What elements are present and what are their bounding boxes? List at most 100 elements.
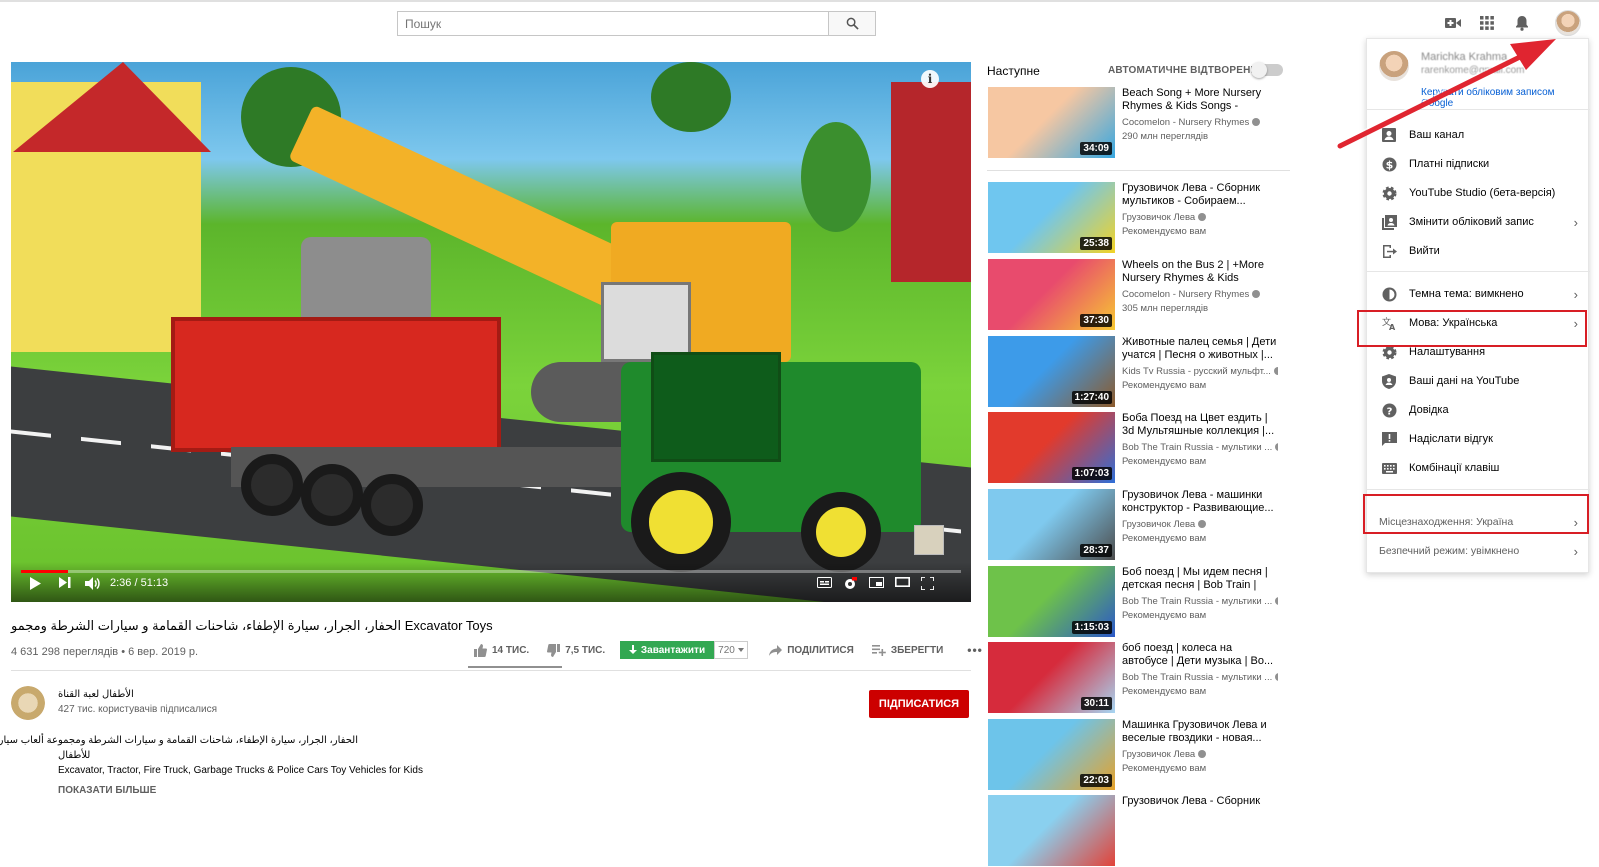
- video-thumbnail[interactable]: 30:11: [988, 642, 1115, 713]
- channel-name[interactable]: الأطفال لعبة القناة: [58, 689, 134, 700]
- recommendation-title[interactable]: боб поезд | колеса на автобусе | Дети му…: [1122, 642, 1278, 668]
- menu-item-dark-theme[interactable]: Темна тема: вимкнено ›: [1367, 280, 1590, 308]
- recommendation-title[interactable]: Грузовичок Лева - машинки конструктор - …: [1122, 489, 1278, 515]
- fullscreen-button[interactable]: [921, 577, 934, 590]
- duration-badge: 37:30: [1080, 314, 1112, 327]
- info-icon[interactable]: i: [921, 70, 939, 88]
- search-box[interactable]: [397, 11, 828, 36]
- manage-account-link[interactable]: Керувати обліковим записом Google: [1421, 87, 1588, 109]
- recommendation-channel[interactable]: Bob The Train Russia - мультики ...: [1122, 672, 1278, 683]
- recommendation-title[interactable]: Животные палец семья | Дети учатся | Пес…: [1122, 336, 1278, 362]
- recommendation-channel[interactable]: Грузовичок Лева: [1122, 749, 1278, 760]
- video-thumbnail[interactable]: 1:27:40: [988, 336, 1115, 407]
- recommendation-channel[interactable]: Bob The Train Russia - мультики ...: [1122, 596, 1278, 607]
- recommendation-meta: Рекомендуємо вам: [1122, 686, 1207, 697]
- account-avatar-button[interactable]: [1555, 10, 1581, 36]
- menu-item-send-feedback[interactable]: Надіслати відгук: [1367, 425, 1590, 453]
- menu-item-youtube-studio[interactable]: YouTube Studio (бета-версія): [1367, 179, 1590, 207]
- menu-item-label: Надіслати відгук: [1409, 433, 1493, 445]
- switch-account-icon: [1381, 214, 1397, 230]
- feedback-icon: [1381, 431, 1397, 447]
- search-button[interactable]: [828, 11, 876, 36]
- recommendation-meta: 290 млн переглядів: [1122, 131, 1209, 142]
- description-line: للأطفال: [58, 750, 91, 761]
- share-label: ПОДІЛИТИСЯ: [787, 644, 854, 656]
- download-button[interactable]: Завантажити: [620, 641, 714, 659]
- recommendation-item[interactable]: 34:09 Beach Song + More Nursery Rhymes & …: [988, 87, 1288, 159]
- theater-mode-button[interactable]: [895, 577, 910, 587]
- recommendation-item[interactable]: 25:38 Грузовичок Лева - Сборник мультиков…: [988, 182, 1288, 254]
- share-button[interactable]: ПОДІЛИТИСЯ: [769, 644, 854, 656]
- recommendation-item[interactable]: 1:07:03 Боба Поезд на Цвет ездить | 3d Му…: [988, 412, 1288, 484]
- more-actions-button[interactable]: •••: [967, 643, 983, 657]
- endscreen-thumbnail[interactable]: [914, 525, 944, 555]
- recommendation-channel[interactable]: Bob The Train Russia - мультики ...: [1122, 442, 1278, 453]
- video-thumbnail[interactable]: 1:15:03: [988, 566, 1115, 637]
- menu-item-restricted-mode[interactable]: Безпечний режим: увімкнено ›: [1367, 537, 1590, 565]
- miniplayer-button[interactable]: [869, 577, 884, 588]
- recommendation-channel[interactable]: Kids Tv Russia - русский мульфт...: [1122, 366, 1278, 377]
- recommendation-item[interactable]: 28:37 Грузовичок Лева - машинки конструкт…: [988, 489, 1288, 561]
- search-input[interactable]: [398, 12, 828, 35]
- next-button[interactable]: [59, 577, 71, 588]
- menu-item-sign-out[interactable]: Вийти: [1367, 237, 1590, 265]
- up-next-heading: Наступне: [987, 64, 1040, 78]
- menu-item-your-data[interactable]: Ваші дані на YouTube: [1367, 367, 1590, 395]
- recommendation-item[interactable]: 1:27:40 Животные палец семья | Дети учатс…: [988, 336, 1288, 408]
- recommendation-channel[interactable]: Грузовичок Лева: [1122, 212, 1278, 223]
- recommendation-item[interactable]: Грузовичок Лева - Сборник: [988, 795, 1288, 867]
- recommendation-title[interactable]: Боб поезд | Мы идем песня | детская песн…: [1122, 566, 1278, 592]
- subscribe-button[interactable]: ПІДПИСАТИСЯ: [869, 690, 969, 718]
- progress-bar[interactable]: [21, 570, 961, 573]
- recommendation-title[interactable]: Машинка Грузовичок Лева и веселые гвозди…: [1122, 719, 1278, 745]
- language-highlight-box: [1357, 310, 1587, 347]
- video-thumbnail[interactable]: 37:30: [988, 259, 1115, 330]
- quality-select[interactable]: 720: [714, 641, 748, 659]
- menu-item-keyboard-shortcuts[interactable]: Комбінації клавіш: [1367, 454, 1590, 482]
- autoplay-toggle[interactable]: [1251, 62, 1283, 78]
- recommendation-title[interactable]: Боба Поезд на Цвет ездить | 3d Мультяшны…: [1122, 412, 1278, 438]
- video-thumbnail[interactable]: 1:07:03: [988, 412, 1115, 483]
- recommendation-item[interactable]: 37:30 Wheels on the Bus 2 | +More Nursery…: [988, 259, 1288, 331]
- menu-item-paid-memberships[interactable]: $ Платні підписки: [1367, 150, 1590, 178]
- play-button[interactable]: [29, 577, 41, 590]
- video-thumbnail[interactable]: 22:03: [988, 719, 1115, 790]
- divider: [1367, 489, 1590, 490]
- video-thumbnail[interactable]: [988, 795, 1115, 866]
- subscriber-count: 427 тис. користувачів підписалися: [58, 704, 218, 715]
- verified-check-icon: [1252, 118, 1261, 127]
- video-thumbnail[interactable]: 25:38: [988, 182, 1115, 253]
- dislike-button[interactable]: 7,5 ТИС.: [547, 643, 605, 657]
- recommendation-channel[interactable]: Cocomelon - Nursery Rhymes: [1122, 117, 1278, 128]
- dollar-icon: $: [1381, 156, 1397, 172]
- svg-text:?: ?: [1386, 406, 1392, 417]
- menu-item-help[interactable]: ? Довідка: [1367, 396, 1590, 424]
- menu-item-your-channel[interactable]: Ваш канал: [1367, 121, 1590, 149]
- notifications-bell-icon[interactable]: [1513, 14, 1531, 32]
- video-thumbnail[interactable]: 34:09: [988, 87, 1115, 158]
- recommendation-title[interactable]: Грузовичок Лева - Сборник мультиков - Со…: [1122, 182, 1278, 208]
- recommendation-title[interactable]: Beach Song + More Nursery Rhymes & Kids …: [1122, 87, 1278, 113]
- save-button[interactable]: ЗБЕРЕГТИ: [871, 644, 943, 656]
- recommendation-item[interactable]: 1:15:03 Боб поезд | Мы идем песня | детск…: [988, 566, 1288, 638]
- video-player[interactable]: i 2:36 / 51:13: [11, 62, 971, 602]
- like-button[interactable]: 14 ТИС.: [474, 643, 529, 657]
- recommendation-title[interactable]: Грузовичок Лева - Сборник: [1122, 795, 1278, 808]
- recommendation-title[interactable]: Wheels on the Bus 2 | +More Nursery Rhym…: [1122, 259, 1278, 285]
- channel-avatar[interactable]: [11, 686, 45, 720]
- apps-grid-icon[interactable]: [1478, 14, 1496, 32]
- subtitles-button[interactable]: [817, 577, 832, 588]
- create-video-icon[interactable]: [1444, 14, 1462, 32]
- recommendation-channel[interactable]: Cocomelon - Nursery Rhymes: [1122, 289, 1278, 300]
- settings-button[interactable]: [843, 577, 857, 591]
- volume-button[interactable]: [85, 577, 101, 590]
- recommendation-item[interactable]: 22:03 Машинка Грузовичок Лева и веселые г…: [988, 719, 1288, 791]
- gear-icon: [1381, 185, 1397, 201]
- recommendation-channel[interactable]: Грузовичок Лева: [1122, 519, 1278, 530]
- recommendation-item[interactable]: 30:11 боб поезд | колеса на автобусе | Де…: [988, 642, 1288, 714]
- menu-item-switch-account[interactable]: Змінити обліковий запис ›: [1367, 208, 1590, 236]
- scene-wheel: [301, 464, 363, 526]
- video-thumbnail[interactable]: 28:37: [988, 489, 1115, 560]
- scene-trailer: [171, 317, 501, 452]
- show-more-button[interactable]: ПОКАЗАТИ БІЛЬШЕ: [58, 785, 156, 796]
